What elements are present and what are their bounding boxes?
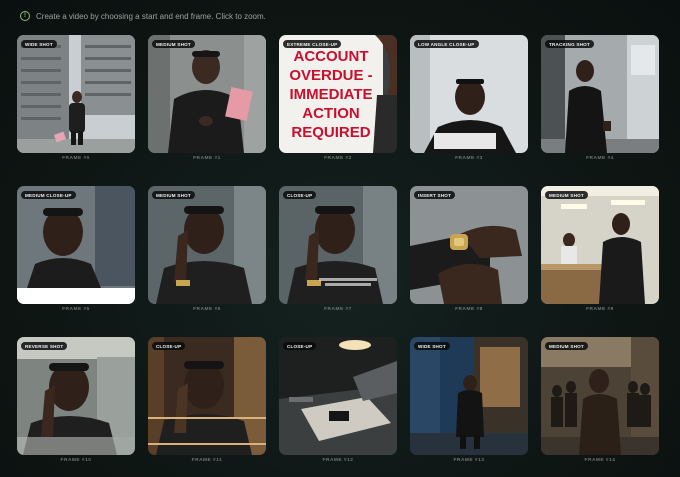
frame-card[interactable]: ACCOUNT OVERDUE - IMMEDIATE ACTION REQUI… [279, 35, 397, 162]
frame-label: FRAME #7 [324, 307, 352, 312]
frame-image [17, 35, 135, 153]
frame-image [541, 35, 659, 153]
frame-thumbnail[interactable]: MEDIUM SHOT [148, 186, 266, 304]
frame-card[interactable]: TRACKING SHOT FRAME #4 [541, 35, 659, 162]
frame-label: FRAME #2 [324, 156, 352, 161]
frame-label: FRAME #8 [455, 307, 483, 312]
frame-thumbnail[interactable]: MEDIUM SHOT [541, 337, 659, 455]
frame-thumbnail[interactable]: MEDIUM SHOT [541, 186, 659, 304]
frame-thumbnail[interactable]: MEDIUM CLOSE-UP [17, 186, 135, 304]
frame-thumbnail[interactable]: REVERSE SHOT [17, 337, 135, 455]
frame-card[interactable]: MEDIUM SHOT FRAME #9 [541, 186, 659, 313]
frame-thumbnail[interactable]: MEDIUM SHOT [148, 35, 266, 153]
shot-type-badge: MEDIUM SHOT [545, 342, 588, 350]
frame-label: FRAME #12 [322, 458, 354, 463]
shot-type-badge: MEDIUM CLOSE-UP [21, 191, 76, 199]
shot-type-badge: LOW ANGLE CLOSE-UP [414, 40, 479, 48]
frame-card[interactable]: LOW ANGLE CLOSE-UP FRAME #3 [410, 35, 528, 162]
frame-image [148, 186, 266, 304]
frame-grid: WIDE SHOT FRAME #0 MEDIUM SHOT FRAME #1 … [17, 35, 659, 464]
frame-thumbnail[interactable]: INSERT SHOT [410, 186, 528, 304]
frame-label: FRAME #6 [193, 307, 221, 312]
frame-label: FRAME #11 [191, 458, 223, 463]
frame-image [279, 337, 397, 455]
frame-image [541, 186, 659, 304]
shot-type-badge: TRACKING SHOT [545, 40, 594, 48]
frame-label: FRAME #14 [584, 458, 616, 463]
frame-card[interactable]: MEDIUM SHOT FRAME #14 [541, 337, 659, 464]
shot-type-badge: WIDE SHOT [414, 342, 450, 350]
frame-card[interactable]: MEDIUM CLOSE-UP FRAME #5 [17, 186, 135, 313]
shot-type-badge: WIDE SHOT [21, 40, 57, 48]
frame-card[interactable]: WIDE SHOT FRAME #13 [410, 337, 528, 464]
frame-picker: ! Create a video by choosing a start and… [0, 0, 680, 477]
svg-text:REQUIRED: REQUIRED [291, 124, 370, 141]
frame-thumbnail[interactable]: LOW ANGLE CLOSE-UP [410, 35, 528, 153]
shot-type-badge: MEDIUM SHOT [152, 191, 195, 199]
frame-thumbnail[interactable]: WIDE SHOT [410, 337, 528, 455]
frame-card[interactable]: MEDIUM SHOT FRAME #1 [148, 35, 266, 162]
frame-thumbnail[interactable]: WIDE SHOT [17, 35, 135, 153]
frame-label: FRAME #5 [62, 307, 90, 312]
frame-image [410, 35, 528, 153]
instruction-hint: ! Create a video by choosing a start and… [20, 11, 266, 21]
frame-label: FRAME #4 [586, 156, 614, 161]
shot-type-badge: MEDIUM SHOT [545, 191, 588, 199]
frame-label: FRAME #9 [586, 307, 614, 312]
frame-card[interactable]: INSERT SHOT FRAME #8 [410, 186, 528, 313]
frame-label: FRAME #1 [193, 156, 221, 161]
frame-image [410, 337, 528, 455]
frame-image [410, 186, 528, 304]
frame-card[interactable]: CLOSE-UP FRAME #11 [148, 337, 266, 464]
shot-type-badge: CLOSE-UP [283, 191, 317, 199]
frame-image [17, 337, 135, 455]
shot-type-badge: INSERT SHOT [414, 191, 456, 199]
info-icon: ! [20, 11, 30, 21]
frame-image: ACCOUNT OVERDUE - IMMEDIATE ACTION REQUI… [279, 35, 397, 153]
frame-label: FRAME #13 [453, 458, 485, 463]
frame-thumbnail[interactable]: TRACKING SHOT [541, 35, 659, 153]
frame-label: FRAME #10 [60, 458, 92, 463]
frame-card[interactable]: MEDIUM SHOT FRAME #6 [148, 186, 266, 313]
shot-type-badge: MEDIUM SHOT [152, 40, 195, 48]
shot-type-badge: CLOSE-UP [152, 342, 186, 350]
svg-text:IMMEDIATE: IMMEDIATE [289, 86, 372, 103]
frame-thumbnail[interactable]: CLOSE-UP [279, 186, 397, 304]
frame-label: FRAME #3 [455, 156, 483, 161]
shot-type-badge: REVERSE SHOT [21, 342, 68, 350]
frame-thumbnail[interactable]: CLOSE-UP [279, 337, 397, 455]
frame-card[interactable]: REVERSE SHOT FRAME #10 [17, 337, 135, 464]
frame-card[interactable]: CLOSE-UP FRAME #12 [279, 337, 397, 464]
frame-card[interactable]: CLOSE-UP FRAME #7 [279, 186, 397, 313]
frame-card[interactable]: WIDE SHOT FRAME #0 [17, 35, 135, 162]
shot-type-badge: CLOSE-UP [283, 342, 317, 350]
frame-image [17, 186, 135, 304]
frame-image [148, 337, 266, 455]
svg-text:ACCOUNT: ACCOUNT [294, 48, 369, 65]
svg-text:ACTION: ACTION [302, 105, 360, 122]
frame-image [148, 35, 266, 153]
instruction-text: Create a video by choosing a start and e… [36, 11, 266, 21]
svg-text:OVERDUE -: OVERDUE - [289, 67, 372, 84]
frame-image [541, 337, 659, 455]
shot-type-badge: EXTREME CLOSE-UP [283, 40, 342, 48]
frame-thumbnail[interactable]: ACCOUNT OVERDUE - IMMEDIATE ACTION REQUI… [279, 35, 397, 153]
frame-thumbnail[interactable]: CLOSE-UP [148, 337, 266, 455]
frame-label: FRAME #0 [62, 156, 90, 161]
frame-image [279, 186, 397, 304]
